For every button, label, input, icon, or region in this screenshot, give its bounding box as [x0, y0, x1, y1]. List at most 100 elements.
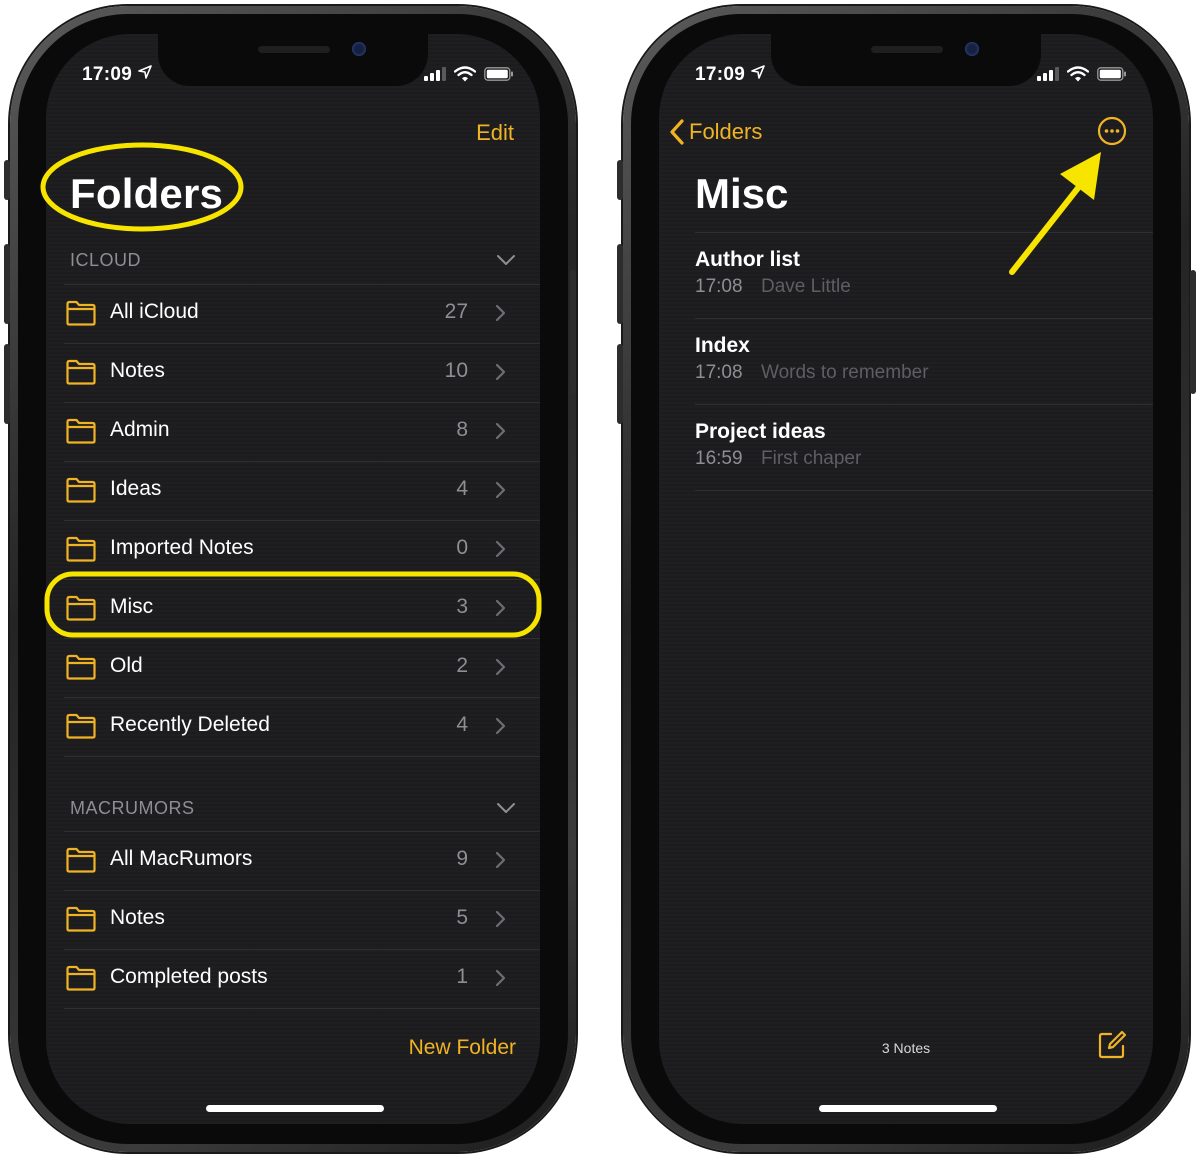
folder-icon [66, 906, 96, 932]
speaker [871, 46, 943, 53]
folder-count: 5 [456, 906, 468, 929]
folder-row-notes-macrumors[interactable]: Notes 5 [46, 890, 540, 949]
divider [64, 520, 540, 521]
folder-name: Notes [110, 359, 165, 382]
notch [158, 34, 428, 86]
cellular-signal-icon [1037, 67, 1059, 81]
chevron-down-icon[interactable] [496, 254, 516, 266]
speaker [258, 46, 330, 53]
compose-icon[interactable] [1097, 1030, 1127, 1060]
page-title: Folders [70, 170, 224, 217]
note-title: Project ideas [695, 420, 826, 443]
note-item-project-ideas[interactable]: Project ideas 16:59 First chaper [695, 404, 1153, 490]
chevron-right-icon [495, 658, 506, 676]
note-preview: Dave Little [761, 276, 851, 297]
wifi-icon [1067, 66, 1089, 82]
section-header-label: MACRUMORS [70, 798, 195, 818]
folder-name: Ideas [110, 477, 162, 500]
folder-count: 3 [456, 595, 468, 618]
folder-count: 4 [456, 477, 468, 500]
chevron-right-icon [495, 969, 506, 987]
folder-row-all-macrumors[interactable]: All MacRumors 9 [46, 831, 540, 890]
folder-row-ideas[interactable]: Ideas 4 [46, 461, 540, 520]
chevron-right-icon [495, 599, 506, 617]
folder-count: 4 [456, 713, 468, 736]
chevron-right-icon [495, 851, 506, 869]
status-time-text: 17:09 [82, 64, 133, 85]
folder-count: 0 [456, 536, 468, 559]
side-button [4, 244, 10, 324]
folder-name: Completed posts [110, 965, 268, 988]
note-item-author-list[interactable]: Author list 17:08 Dave Little [695, 232, 1153, 318]
chevron-right-icon [495, 540, 506, 558]
back-button-label: Folders [689, 119, 763, 144]
camera [965, 42, 979, 56]
left-phone: 17:09 Edit Folders ICLOUD All iCloud 27 … [10, 6, 576, 1152]
battery-icon [1097, 67, 1126, 81]
divider [64, 579, 540, 580]
note-title: Index [695, 334, 750, 357]
folder-row-recently-deleted[interactable]: Recently Deleted 4 [46, 697, 540, 756]
note-time: 17:08 [695, 362, 743, 383]
chevron-right-icon [495, 363, 506, 381]
divider [64, 697, 540, 698]
misc-folder-screen: 17:09 Folders Misc Author list 17:08 Dav… [659, 34, 1153, 1124]
section-header-icloud[interactable]: ICLOUD [70, 250, 516, 271]
note-item-index[interactable]: Index 17:08 Words to remember [695, 318, 1153, 404]
divider [695, 318, 1153, 319]
folder-name: Old [110, 654, 143, 677]
chevron-right-icon [495, 481, 506, 499]
folder-icon [66, 654, 96, 680]
divider [695, 232, 1153, 233]
folder-count: 27 [444, 300, 468, 323]
side-button [1190, 270, 1196, 394]
chevron-left-icon [670, 119, 684, 145]
chevron-right-icon [495, 422, 506, 440]
notch [771, 34, 1041, 86]
divider [64, 402, 540, 403]
folder-row-imported-notes[interactable]: Imported Notes 0 [46, 520, 540, 579]
folder-row-misc[interactable]: Misc 3 [46, 579, 540, 638]
chevron-down-icon[interactable] [496, 802, 516, 814]
wifi-icon [454, 66, 476, 82]
chevron-right-icon [495, 910, 506, 928]
note-time: 16:59 [695, 448, 743, 469]
side-button [617, 244, 623, 324]
divider [64, 284, 540, 285]
divider [64, 890, 540, 891]
folder-count: 10 [444, 359, 468, 382]
note-preview: Words to remember [761, 362, 929, 383]
folder-name: All iCloud [110, 300, 199, 323]
ellipsis-circle-icon[interactable] [1097, 116, 1127, 146]
folder-icon [66, 595, 96, 621]
status-time: 17:09 [82, 64, 152, 86]
new-folder-button[interactable]: New Folder [409, 1036, 516, 1060]
notes-count-label: 3 Notes [881, 1040, 931, 1056]
edit-button[interactable]: Edit [476, 120, 514, 146]
divider [64, 343, 540, 344]
status-time: 17:09 [695, 64, 765, 86]
folder-row-all-icloud[interactable]: All iCloud 27 [46, 284, 540, 343]
chevron-right-icon [495, 717, 506, 735]
folder-count: 9 [456, 847, 468, 870]
folder-row-old[interactable]: Old 2 [46, 638, 540, 697]
home-indicator[interactable] [206, 1105, 384, 1112]
side-button [570, 270, 576, 394]
folder-row-completed-posts[interactable]: Completed posts 1 [46, 949, 540, 1008]
divider [64, 949, 540, 950]
folder-icon [66, 965, 96, 991]
status-icons [1037, 66, 1127, 82]
divider [695, 404, 1153, 405]
side-button [617, 160, 623, 200]
divider [64, 831, 540, 832]
folder-row-admin[interactable]: Admin 8 [46, 402, 540, 461]
cellular-signal-icon [424, 67, 446, 81]
section-header-macrumors[interactable]: MACRUMORS [70, 798, 516, 819]
home-indicator[interactable] [819, 1105, 997, 1112]
folder-icon [66, 359, 96, 385]
back-button[interactable]: Folders [669, 118, 762, 146]
divider [64, 638, 540, 639]
right-phone: 17:09 Folders Misc Author list 17:08 Dav… [623, 6, 1189, 1152]
divider [64, 461, 540, 462]
folder-row-notes[interactable]: Notes 10 [46, 343, 540, 402]
